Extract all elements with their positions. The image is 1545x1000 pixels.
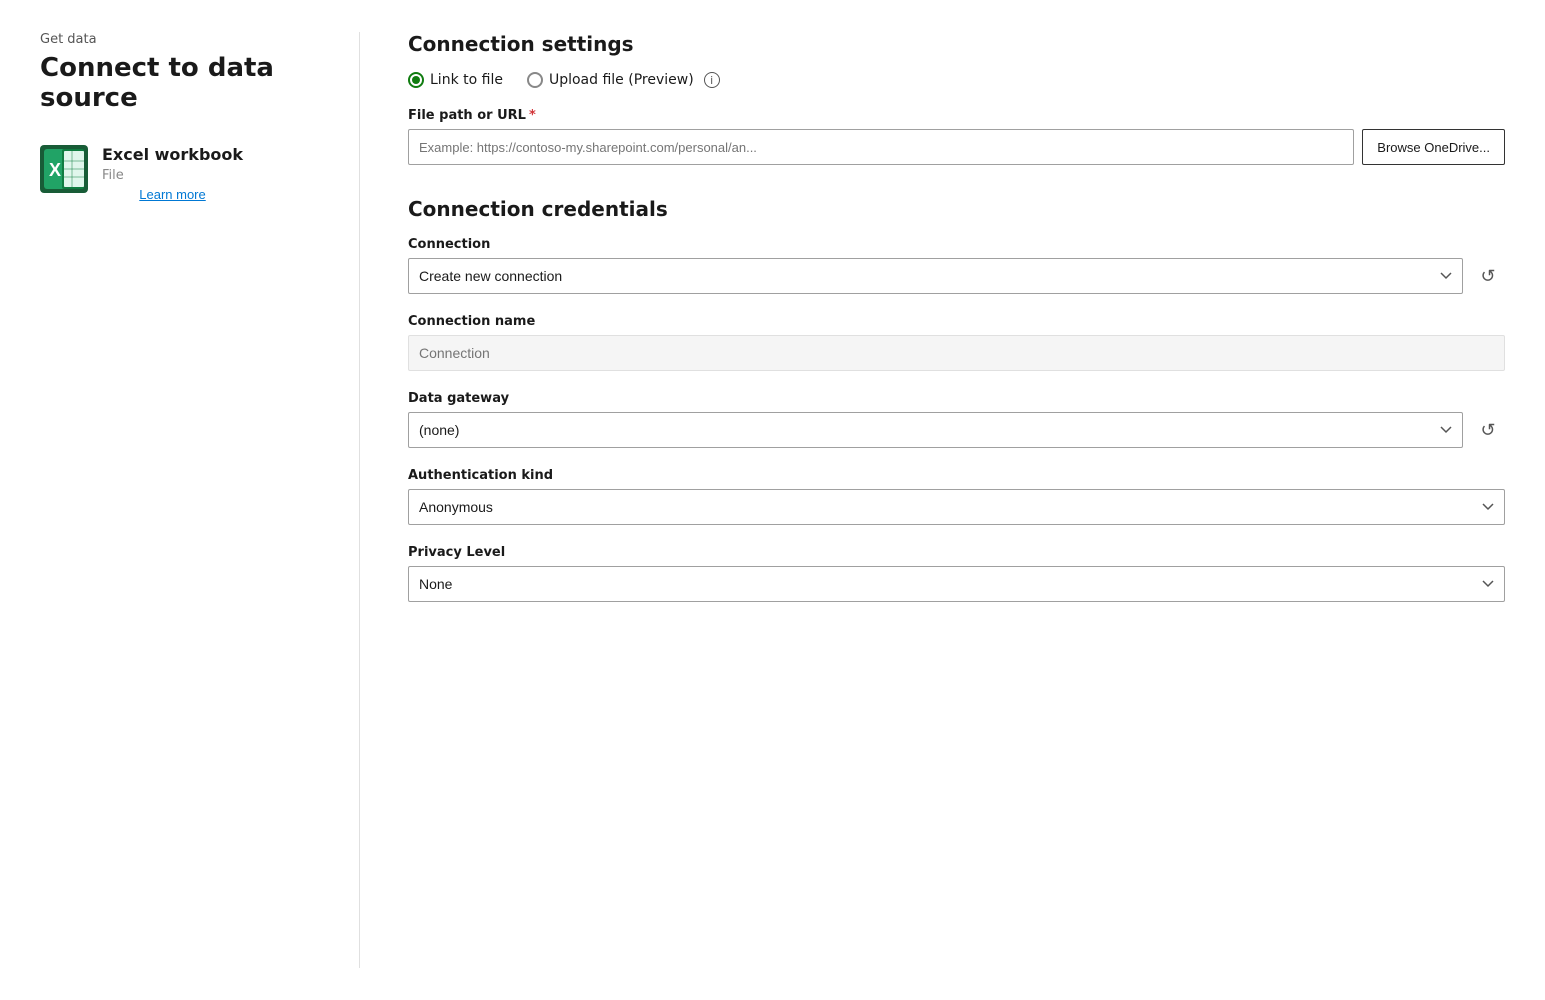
data-gateway-refresh-button[interactable]: ↺	[1471, 413, 1505, 447]
data-gateway-dropdown-row: (none) ↺	[408, 412, 1505, 448]
privacy-level-label: Privacy Level	[408, 545, 1505, 560]
radio-group: Link to file Upload file (Preview) i	[408, 72, 1505, 88]
auth-kind-dropdown[interactable]: Anonymous Organizational account Windows	[408, 489, 1505, 525]
connection-dropdown-row: Create new connection ↺	[408, 258, 1505, 294]
breadcrumb: Get data	[40, 32, 319, 47]
auth-kind-dropdown-row: Anonymous Organizational account Windows	[408, 489, 1505, 525]
right-panel: Connection settings Link to file Upload …	[360, 32, 1505, 968]
info-icon[interactable]: i	[704, 72, 720, 88]
radio-label-upload: Upload file (Preview)	[549, 72, 694, 88]
left-panel: Get data Connect to data source X Excel …	[40, 32, 360, 968]
connection-name-input[interactable]	[408, 335, 1505, 371]
connection-name-field: Connection name	[408, 314, 1505, 371]
connection-field: Connection Create new connection ↺	[408, 237, 1505, 294]
connection-refresh-button[interactable]: ↺	[1471, 259, 1505, 293]
connection-label: Connection	[408, 237, 1505, 252]
connection-settings-title: Connection settings	[408, 32, 1505, 56]
auth-kind-label: Authentication kind	[408, 468, 1505, 483]
radio-circle-link	[408, 72, 424, 88]
page-title: Connect to data source	[40, 53, 319, 113]
connection-name-label: Connection name	[408, 314, 1505, 329]
file-path-field: File path or URL * Browse OneDrive...	[408, 108, 1505, 165]
radio-link-to-file[interactable]: Link to file	[408, 72, 503, 88]
excel-icon: X	[40, 145, 88, 193]
svg-text:X: X	[49, 160, 61, 180]
connection-credentials-section: Connection credentials Connection Create…	[408, 197, 1505, 602]
privacy-level-dropdown[interactable]: None Public Organizational Private	[408, 566, 1505, 602]
connector-type: File	[102, 168, 243, 183]
file-path-label: File path or URL *	[408, 108, 1505, 123]
radio-upload-file[interactable]: Upload file (Preview) i	[527, 72, 720, 88]
data-gateway-field: Data gateway (none) ↺	[408, 391, 1505, 448]
connection-settings-section: Connection settings Link to file Upload …	[408, 32, 1505, 165]
file-path-input-row: Browse OneDrive...	[408, 129, 1505, 165]
privacy-level-field: Privacy Level None Public Organizational…	[408, 545, 1505, 602]
connector-details: Excel workbook File Learn more	[102, 145, 243, 202]
connector-name: Excel workbook	[102, 145, 243, 164]
auth-kind-field: Authentication kind Anonymous Organizati…	[408, 468, 1505, 525]
radio-label-link: Link to file	[430, 72, 503, 88]
data-gateway-dropdown[interactable]: (none)	[408, 412, 1463, 448]
required-star: *	[529, 108, 536, 123]
data-gateway-label: Data gateway	[408, 391, 1505, 406]
radio-circle-upload	[527, 72, 543, 88]
file-path-input[interactable]	[408, 129, 1354, 165]
browse-onedrive-button[interactable]: Browse OneDrive...	[1362, 129, 1505, 165]
connection-credentials-title: Connection credentials	[408, 197, 1505, 221]
connector-info: X Excel workbook File Learn more	[40, 145, 319, 202]
learn-more-link[interactable]: Learn more	[102, 187, 243, 202]
privacy-level-dropdown-row: None Public Organizational Private	[408, 566, 1505, 602]
connection-dropdown[interactable]: Create new connection	[408, 258, 1463, 294]
